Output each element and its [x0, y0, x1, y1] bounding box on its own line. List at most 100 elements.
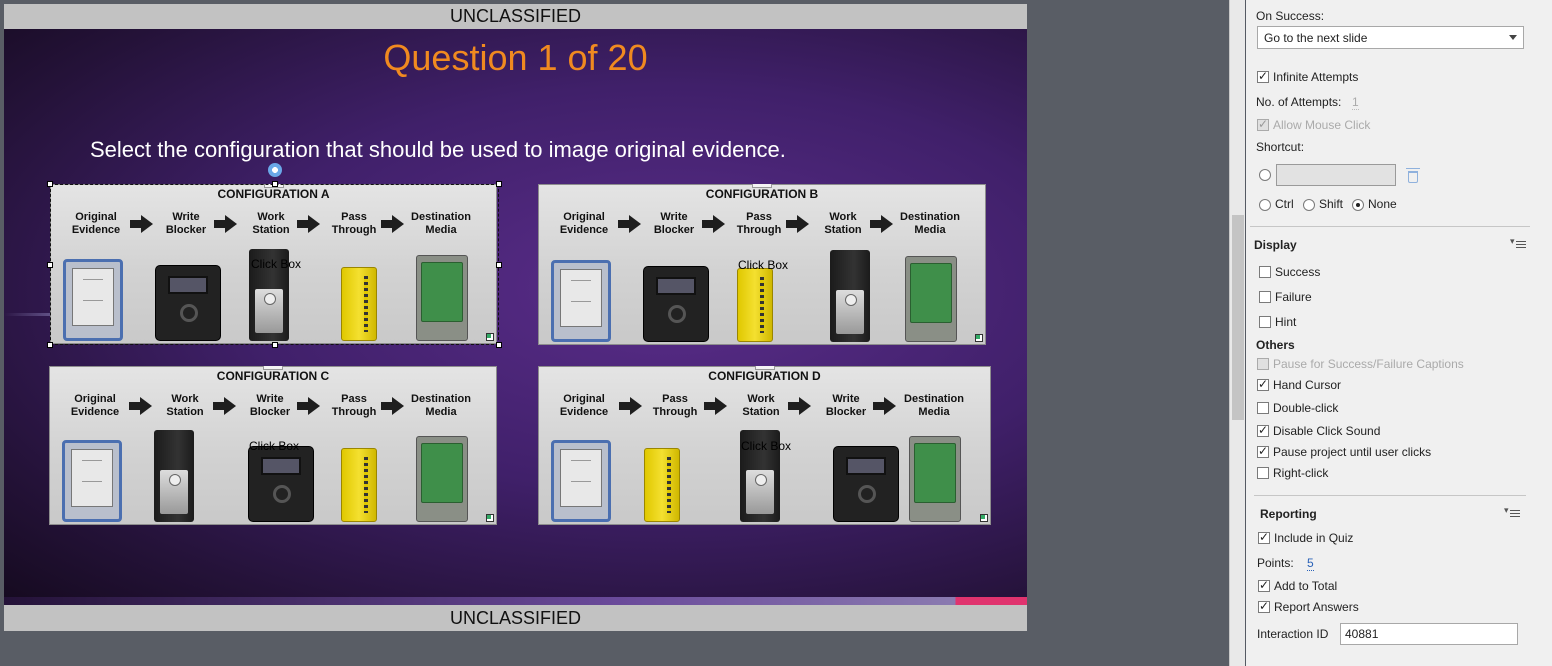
- write-blocker-image: [643, 266, 709, 342]
- step-label: Destination Media: [411, 211, 471, 236]
- write-blocker-image: [833, 446, 899, 522]
- shortcut-label: Shortcut:: [1256, 140, 1305, 154]
- original-evidence-hdd-image: [62, 440, 122, 522]
- section-divider: [1250, 226, 1530, 227]
- pass-through-image: [644, 448, 680, 522]
- decorative-streak: [4, 313, 54, 316]
- none-label: None: [1368, 197, 1397, 211]
- step-label: Original Evidence: [71, 211, 121, 236]
- display-success-label: Success: [1275, 265, 1321, 279]
- pause-captions-checkbox: [1257, 358, 1269, 370]
- click-box-label[interactable]: Click Box: [738, 258, 788, 272]
- resize-handle[interactable]: [496, 181, 502, 187]
- write-blocker-image: [248, 446, 314, 522]
- trash-icon[interactable]: [1406, 168, 1420, 183]
- report-answers-label: Report Answers: [1274, 600, 1359, 614]
- double-click-checkbox[interactable]: [1257, 402, 1269, 414]
- resize-corner-icon[interactable]: [975, 334, 983, 342]
- include-in-quiz-label: Include in Quiz: [1274, 531, 1354, 545]
- resize-handle[interactable]: [272, 181, 278, 187]
- destination-hdd-image: [905, 256, 957, 342]
- configuration-title: CONFIGURATION D: [708, 369, 821, 383]
- resize-handle[interactable]: [496, 342, 502, 348]
- slide-progress-bar: [4, 597, 1027, 605]
- pass-through-image: [341, 448, 377, 522]
- workstation-tower-image: [830, 250, 870, 342]
- original-evidence-hdd-image: [551, 260, 611, 342]
- right-click-label: Right-click: [1273, 466, 1329, 480]
- display-hint-label: Hint: [1275, 315, 1297, 329]
- add-to-total-checkbox[interactable]: [1258, 578, 1270, 592]
- none-radio[interactable]: [1352, 199, 1364, 211]
- shift-radio[interactable]: [1303, 199, 1315, 211]
- resize-handle[interactable]: [496, 262, 502, 268]
- others-header: Others: [1256, 338, 1295, 352]
- panel-scrollbar[interactable]: [1229, 0, 1245, 666]
- click-box-label[interactable]: Click Box: [741, 439, 791, 453]
- resize-corner-icon[interactable]: [486, 333, 494, 341]
- configuration-option[interactable]: CONFIGURATION C Original Evidence Work Sta…: [49, 366, 497, 525]
- disable-click-sound-checkbox[interactable]: [1257, 423, 1269, 437]
- on-success-dropdown[interactable]: Go to the next slide: [1257, 26, 1524, 49]
- pause-captions-label: Pause for Success/Failure Captions: [1273, 357, 1464, 371]
- infinite-attempts-checkbox[interactable]: [1257, 69, 1269, 83]
- add-to-total-label: Add to Total: [1274, 579, 1338, 593]
- step-label: Destination Media: [904, 393, 964, 418]
- pass-through-image: [737, 268, 773, 342]
- click-box-label[interactable]: Click Box: [249, 439, 299, 453]
- infinite-attempts-label: Infinite Attempts: [1273, 70, 1359, 84]
- step-label: Original Evidence: [559, 211, 609, 236]
- display-hint-checkbox[interactable]: [1259, 316, 1271, 328]
- resize-handle[interactable]: [47, 181, 53, 187]
- write-blocker-image: [155, 265, 221, 341]
- shift-label: Shift: [1319, 197, 1344, 211]
- resize-handle[interactable]: [47, 342, 53, 348]
- on-success-label: On Success:: [1256, 9, 1325, 23]
- interaction-id-input[interactable]: 40881: [1340, 623, 1518, 645]
- attempts-value[interactable]: 1: [1352, 95, 1359, 110]
- display-failure-checkbox[interactable]: [1259, 291, 1271, 303]
- shortcut-radio[interactable]: [1259, 169, 1271, 181]
- destination-hdd-image: [416, 255, 468, 341]
- rotate-handle-icon[interactable]: [268, 163, 282, 177]
- ctrl-radio[interactable]: [1259, 199, 1271, 211]
- pause-project-checkbox[interactable]: [1257, 444, 1269, 458]
- attempts-label: No. of Attempts:: [1256, 95, 1342, 109]
- disable-click-sound-label: Disable Click Sound: [1273, 424, 1381, 438]
- include-in-quiz-checkbox[interactable]: [1258, 530, 1270, 544]
- scrollbar-thumb[interactable]: [1232, 215, 1244, 420]
- section-divider: [1254, 495, 1526, 496]
- properties-panel: On Success: Go to the next slide Infinit…: [1246, 0, 1552, 666]
- display-failure-label: Failure: [1275, 290, 1312, 304]
- shortcut-input[interactable]: [1276, 164, 1396, 186]
- step-label: Pass Through: [652, 393, 698, 418]
- report-answers-checkbox[interactable]: [1258, 599, 1270, 613]
- step-label: Original Evidence: [559, 393, 609, 418]
- destination-hdd-image: [416, 436, 468, 522]
- display-success-checkbox[interactable]: [1259, 266, 1271, 278]
- configuration-option[interactable]: CONFIGURATION B Original Evidence Write Bl…: [538, 184, 986, 345]
- original-evidence-hdd-image: [63, 259, 123, 341]
- points-value[interactable]: 5: [1307, 556, 1314, 571]
- allow-mouse-click-label: Allow Mouse Click: [1273, 118, 1371, 132]
- display-header[interactable]: Display: [1254, 238, 1297, 252]
- question-text[interactable]: Select the configuration that should be …: [90, 137, 786, 163]
- hand-cursor-checkbox[interactable]: [1257, 377, 1269, 391]
- reporting-header[interactable]: Reporting: [1260, 507, 1317, 521]
- configuration-option[interactable]: CONFIGURATION D Original Evidence Pass Thr…: [538, 366, 991, 525]
- panel-menu-icon[interactable]: [1510, 236, 1526, 251]
- slide-title[interactable]: Question 1 of 20: [4, 37, 1027, 79]
- on-success-value: Go to the next slide: [1264, 31, 1368, 45]
- resize-corner-icon[interactable]: [980, 514, 988, 522]
- dropdown-arrow-icon: [1509, 35, 1517, 40]
- resize-corner-icon[interactable]: [486, 514, 494, 522]
- hand-cursor-label: Hand Cursor: [1273, 378, 1342, 392]
- resize-handle[interactable]: [272, 342, 278, 348]
- configuration-option[interactable]: CONFIGURATION A Original Evidence Write Bl…: [50, 184, 497, 344]
- resize-handle[interactable]: [47, 262, 53, 268]
- step-label: Original Evidence: [70, 393, 120, 418]
- panel-menu-icon[interactable]: [1504, 505, 1520, 520]
- click-box-label[interactable]: Click Box: [251, 257, 301, 271]
- right-click-checkbox[interactable]: [1257, 467, 1269, 479]
- slide-canvas[interactable]: Question 1 of 20 Select the configuratio…: [4, 29, 1027, 605]
